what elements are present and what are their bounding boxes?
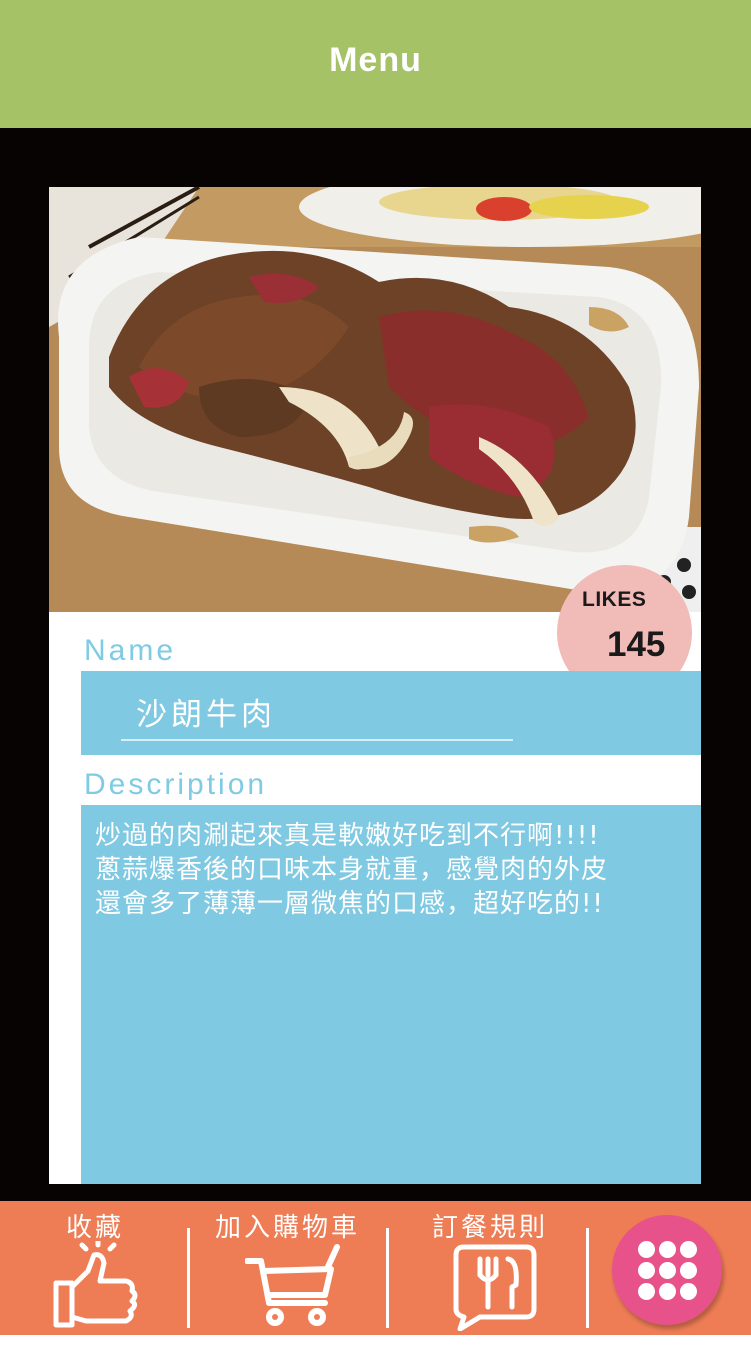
add-to-cart-button[interactable]: 加入購物車 bbox=[200, 1201, 375, 1335]
grid-menu-button[interactable] bbox=[612, 1215, 722, 1325]
ordering-rules-label: 訂餐規則 bbox=[431, 1213, 548, 1243]
app-header: Menu bbox=[0, 0, 751, 128]
nav-divider bbox=[386, 1228, 389, 1328]
favorite-button[interactable]: 收藏 bbox=[30, 1201, 160, 1335]
description-label: Description bbox=[84, 768, 268, 801]
description-text: 炒過的肉涮起來真是軟嫩好吃到不行啊!!!! 蔥蒜爆香後的口味本身就重，感覺肉的外… bbox=[95, 821, 609, 919]
dish-name: 沙朗牛肉 bbox=[136, 697, 276, 733]
thumbs-up-icon bbox=[53, 1241, 138, 1328]
page-title: Menu bbox=[329, 40, 422, 79]
likes-count: 145 bbox=[607, 625, 666, 664]
favorite-label: 收藏 bbox=[65, 1213, 124, 1243]
ordering-rules-button[interactable]: 訂餐規則 bbox=[405, 1201, 575, 1335]
shopping-cart-icon bbox=[245, 1244, 340, 1326]
name-field: 沙朗牛肉 bbox=[81, 671, 701, 755]
bottom-strip bbox=[0, 1335, 751, 1347]
nav-divider bbox=[586, 1228, 589, 1328]
utensils-icon bbox=[453, 1244, 537, 1331]
description-field: 炒過的肉涮起來真是軟嫩好吃到不行啊!!!! 蔥蒜爆香後的口味本身就重，感覺肉的外… bbox=[81, 805, 701, 1184]
name-label: Name bbox=[84, 634, 177, 667]
likes-label: LIKES bbox=[582, 588, 647, 611]
dish-photo bbox=[49, 187, 701, 612]
nav-divider bbox=[187, 1228, 190, 1328]
name-underline bbox=[121, 739, 513, 741]
